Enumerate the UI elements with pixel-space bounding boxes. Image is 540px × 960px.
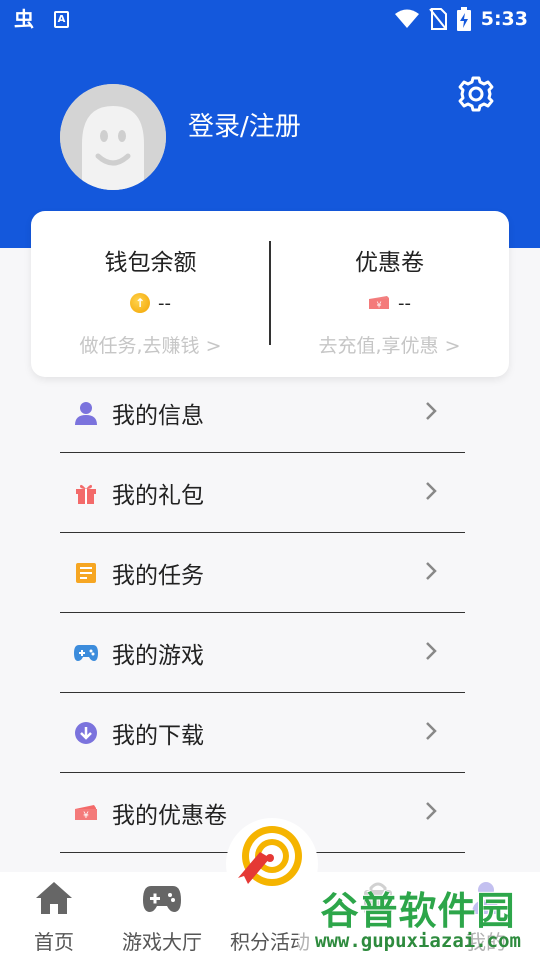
nav-game-hall[interactable]: 游戏大厅 [108, 872, 216, 960]
avatar[interactable] [60, 84, 166, 190]
settings-button[interactable] [456, 74, 496, 114]
menu-item-label: 我的游戏 [112, 642, 204, 669]
home-icon [36, 882, 72, 914]
svg-text:¥: ¥ [376, 301, 381, 310]
task-icon [74, 561, 98, 585]
menu-item-label: 我的优惠卷 [112, 802, 227, 829]
wallet-balance-value: -- [158, 292, 171, 314]
menu-item-my-gifts[interactable]: 我的礼包 [60, 453, 465, 533]
chevron-right-icon [426, 402, 437, 420]
nav-label: 游戏大厅 [122, 930, 202, 954]
a-notification-icon: A [54, 10, 69, 28]
watermark-url: www.gupuxiazai.com [315, 930, 521, 952]
coupon-icon: ¥ [369, 296, 389, 310]
gamepad-icon [143, 886, 181, 912]
wallet-balance-title: 钱包余额 [104, 250, 197, 276]
menu-item-label: 我的礼包 [112, 482, 204, 509]
watermark-logo: 谷普软件园 www.gupuxiazai.com [298, 876, 538, 958]
wifi-icon [394, 9, 419, 28]
avatar-face-icon [60, 84, 166, 190]
wallet-balance-section[interactable]: 钱包余额 ↑ -- 做任务,去赚钱 > [31, 211, 270, 377]
chevron-right-icon [426, 562, 437, 580]
status-bar: 虫 A 5:33 [0, 0, 540, 38]
download-icon [74, 721, 98, 745]
menu-item-label: 我的下载 [112, 722, 204, 749]
no-sim-icon [428, 8, 447, 30]
gamepad-icon [74, 641, 98, 665]
wallet-card: 钱包余额 ↑ -- 做任务,去赚钱 > 优惠卷 ¥ -- 去充值,享优惠 > [31, 211, 509, 377]
chevron-right-icon [426, 482, 437, 500]
menu-item-label: 我的任务 [112, 562, 204, 589]
chevron-right-icon [426, 642, 437, 660]
login-register-link[interactable]: 登录/注册 [188, 106, 301, 143]
watermark-title: 谷普软件园 [320, 889, 516, 933]
menu-item-my-tasks[interactable]: 我的任务 [60, 533, 465, 613]
app-notification-icon: 虫 [14, 7, 34, 31]
coin-icon: ↑ [130, 293, 150, 313]
battery-charging-icon [456, 7, 471, 31]
menu-list: 我的信息 我的礼包 我的任务 我的游戏 我的下载 ¥ 我的优惠卷 [60, 373, 465, 853]
coupon-section[interactable]: 优惠卷 ¥ -- 去充值,享优惠 > [270, 211, 509, 377]
gift-icon [74, 481, 98, 505]
status-time: 5:33 [480, 8, 528, 30]
earn-money-link[interactable]: 做任务,去赚钱 > [31, 331, 270, 358]
svg-text:¥: ¥ [83, 811, 89, 821]
chevron-right-icon [426, 722, 437, 740]
coupon-value: -- [398, 292, 411, 314]
nav-home[interactable]: 首页 [0, 872, 108, 960]
nav-label: 首页 [34, 930, 74, 954]
menu-item-my-games[interactable]: 我的游戏 [60, 613, 465, 693]
menu-item-my-downloads[interactable]: 我的下载 [60, 693, 465, 773]
menu-item-label: 我的信息 [112, 402, 204, 429]
recharge-link[interactable]: 去充值,享优惠 > [270, 331, 509, 358]
coupon-icon: ¥ [74, 801, 98, 825]
user-icon [74, 401, 98, 425]
gear-icon [458, 76, 494, 112]
coupon-title: 优惠卷 [355, 250, 424, 276]
chevron-right-icon [426, 802, 437, 820]
menu-item-my-info[interactable]: 我的信息 [60, 373, 465, 453]
